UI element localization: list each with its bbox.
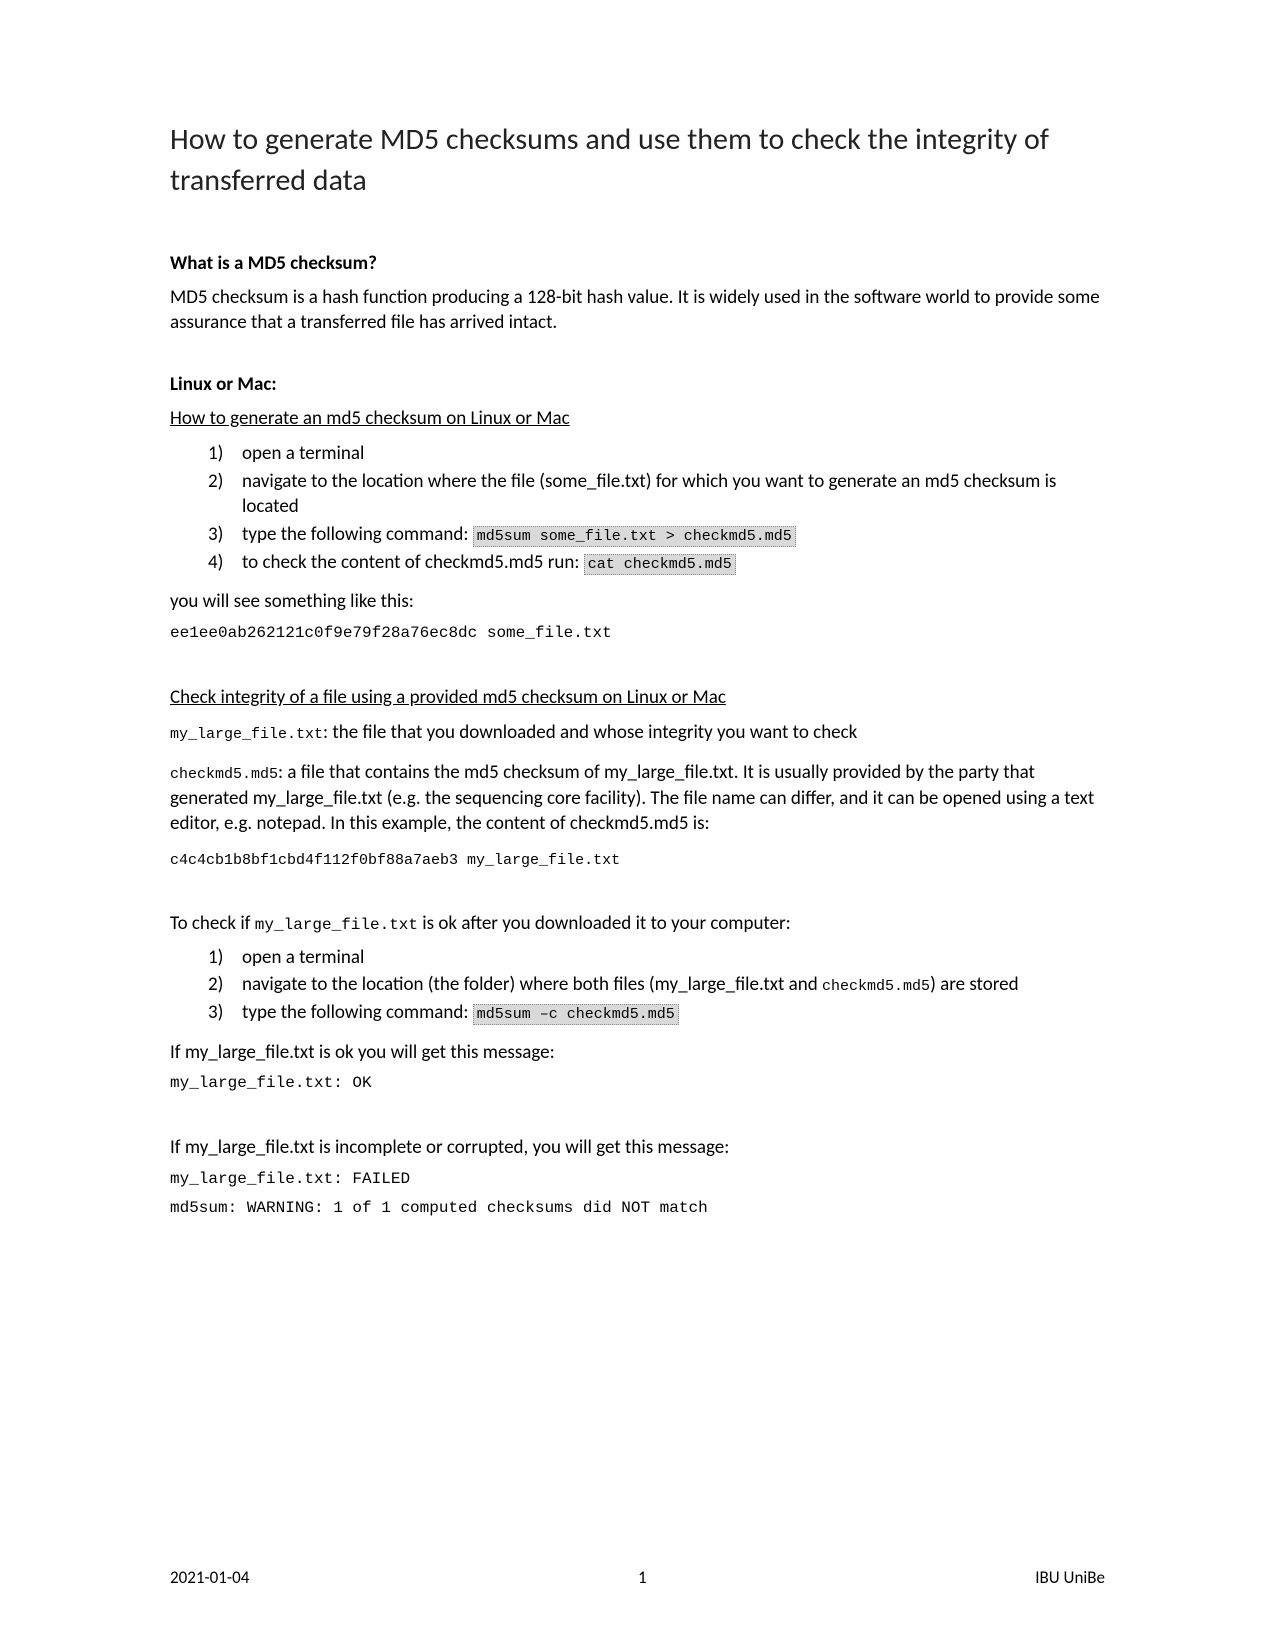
filename: checkmd5.md5 bbox=[822, 978, 930, 995]
filename: checkmd5.md5 bbox=[170, 766, 278, 783]
text-md5-desc: checkmd5.md5: a file that contains the m… bbox=[170, 760, 1105, 837]
list-text: ) are stored bbox=[930, 973, 1019, 996]
page-footer: 2021-01-04 1 IBU UniBe bbox=[170, 1567, 1105, 1590]
footer-date: 2021-01-04 bbox=[170, 1567, 249, 1590]
heading-linux-mac: Linux or Mac: bbox=[170, 372, 1105, 398]
code-output: my_large_file.txt: OK bbox=[170, 1073, 1105, 1095]
list-item: 4) to check the content of checkmd5.md5 … bbox=[208, 550, 1105, 576]
text: : a file that contains the md5 checksum … bbox=[170, 761, 1094, 835]
code-output: my_large_file.txt: FAILED bbox=[170, 1169, 1105, 1191]
text: is ok after you downloaded it to your co… bbox=[418, 912, 791, 935]
list-number: 1) bbox=[208, 441, 223, 467]
code-inline: md5sum –c checkmd5.md5 bbox=[473, 1004, 679, 1025]
list-number: 2) bbox=[208, 469, 223, 495]
list-number: 1) bbox=[208, 945, 223, 971]
list-item: 2) navigate to the location where the fi… bbox=[208, 469, 1105, 520]
list-text: navigate to the location (the folder) wh… bbox=[242, 973, 822, 996]
list-text: open a terminal bbox=[242, 442, 364, 465]
list-text: to check the content of checkmd5.md5 run… bbox=[242, 551, 584, 574]
text: To check if bbox=[170, 912, 255, 935]
text-ok: If my_large_file.txt is ok you will get … bbox=[170, 1040, 1105, 1066]
list-item: 1) open a terminal bbox=[208, 945, 1105, 971]
code-output: c4c4cb1b8bf1cbd4f112f0bf88a7aeb3 my_larg… bbox=[170, 851, 1105, 871]
list-generate: 1) open a terminal 2) navigate to the lo… bbox=[208, 441, 1105, 575]
list-item: 3) type the following command: md5sum so… bbox=[208, 522, 1105, 548]
code-inline: cat checkmd5.md5 bbox=[584, 554, 736, 575]
list-text: navigate to the location where the file … bbox=[242, 470, 1056, 519]
code-output: md5sum: WARNING: 1 of 1 computed checksu… bbox=[170, 1198, 1105, 1220]
footer-page: 1 bbox=[638, 1567, 647, 1590]
list-text: open a terminal bbox=[242, 946, 364, 969]
list-number: 3) bbox=[208, 1000, 223, 1026]
page-title: How to generate MD5 checksums and use th… bbox=[170, 120, 1105, 201]
list-item: 2) navigate to the location (the folder)… bbox=[208, 972, 1105, 998]
list-check: 1) open a terminal 2) navigate to the lo… bbox=[208, 945, 1105, 1026]
list-text: type the following command: bbox=[242, 523, 473, 546]
subheading-check: Check integrity of a file using a provid… bbox=[170, 685, 1105, 711]
text-to-check: To check if my_large_file.txt is ok afte… bbox=[170, 911, 1105, 937]
text-intro: MD5 checksum is a hash function producin… bbox=[170, 285, 1105, 336]
text-failed: If my_large_file.txt is incomplete or co… bbox=[170, 1135, 1105, 1161]
text-file-desc: my_large_file.txt: the file that you dow… bbox=[170, 720, 1105, 746]
list-item: 1) open a terminal bbox=[208, 441, 1105, 467]
code-inline: md5sum some_file.txt > checkmd5.md5 bbox=[473, 526, 796, 547]
filename: my_large_file.txt bbox=[170, 726, 323, 743]
heading-what-is: What is a MD5 checksum? bbox=[170, 251, 1105, 277]
list-number: 2) bbox=[208, 972, 223, 998]
list-number: 3) bbox=[208, 522, 223, 548]
text: : the file that you downloaded and whose… bbox=[323, 721, 857, 744]
text-see: you will see something like this: bbox=[170, 589, 1105, 615]
footer-org: IBU UniBe bbox=[1035, 1567, 1105, 1590]
list-text: type the following command: bbox=[242, 1001, 473, 1024]
subheading-generate: How to generate an md5 checksum on Linux… bbox=[170, 406, 1105, 432]
filename: my_large_file.txt bbox=[255, 916, 418, 934]
list-number: 4) bbox=[208, 550, 223, 576]
code-output: ee1ee0ab262121c0f9e79f28a76ec8dc some_fi… bbox=[170, 623, 1105, 645]
list-item: 3) type the following command: md5sum –c… bbox=[208, 1000, 1105, 1026]
